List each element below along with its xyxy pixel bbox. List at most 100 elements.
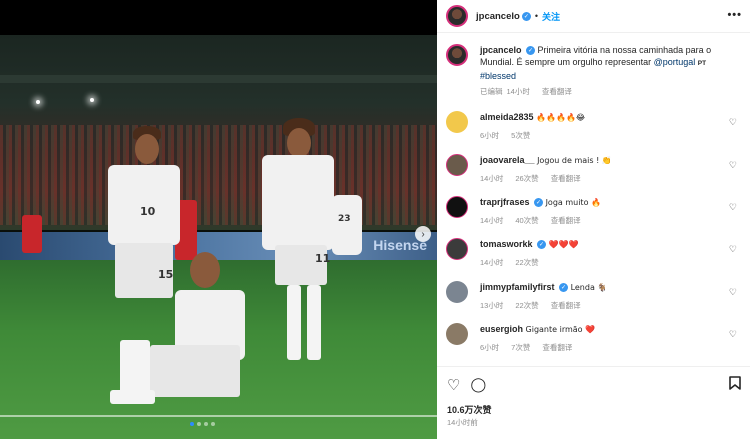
player-shorts <box>275 245 327 285</box>
comment-time: 14小时 <box>480 258 504 267</box>
author-avatar[interactable] <box>446 5 468 27</box>
comment-translate-link[interactable]: 查看翻译 <box>551 215 581 227</box>
caption-mention-suffix: PT <box>697 60 707 67</box>
caption-translate-link[interactable]: 查看翻译 <box>542 86 572 98</box>
comment-text: Joga muito 🔥 <box>545 198 601 207</box>
like-heart-icon[interactable]: ♡ <box>447 376 460 394</box>
likes-count[interactable]: 10.6万次赞 <box>447 403 492 416</box>
comment-avatar[interactable] <box>446 238 468 260</box>
post-actions-bar: ♡ ◯ 10.6万次赞 14小时前 <box>437 366 750 439</box>
follow-button[interactable]: 关注 <box>542 10 560 23</box>
verified-badge-icon: ✓ <box>534 198 544 208</box>
player-jersey <box>262 155 334 250</box>
comment-like-heart-icon[interactable]: ♡ <box>729 244 737 255</box>
advertising-board <box>0 232 437 260</box>
carousel-dot-active <box>190 422 194 426</box>
player-leg <box>307 285 321 360</box>
comment-avatar[interactable] <box>446 111 468 133</box>
stadium-crowd <box>0 125 437 225</box>
jersey-number: 10 <box>140 205 156 218</box>
comment-likes[interactable]: 7次赞 <box>511 342 530 354</box>
comment-avatar[interactable] <box>446 323 468 345</box>
player-leg <box>287 285 301 360</box>
post-header: jpcancelo ✓ • 关注 ••• <box>437 0 750 33</box>
caption: jpcancelo ✓ Primeira vitória na nossa ca… <box>446 44 742 98</box>
comment-time: 14小时 <box>480 174 504 183</box>
jersey-number: 23 <box>338 214 351 224</box>
carousel-dot <box>211 422 215 426</box>
author-username[interactable]: jpcancelo <box>476 11 520 22</box>
player-head <box>135 134 159 164</box>
comment-item: traprjfrases ✓ Joga muito 🔥 14小时 40次赞 查看… <box>446 196 742 227</box>
comment-like-heart-icon[interactable]: ♡ <box>729 287 737 298</box>
caption-username[interactable]: jpcancelo <box>480 45 522 55</box>
comment-time: 14小时 <box>480 216 504 225</box>
instagram-post-view: Hisense 23 10 15 11 › jpcancelo ✓ • 关注 •… <box>0 0 750 439</box>
comment-time: 6小时 <box>480 343 500 352</box>
caption-time: 14小时 <box>506 87 530 96</box>
comment-avatar[interactable] <box>446 196 468 218</box>
comment-avatar[interactable] <box>446 154 468 176</box>
comment-time: 13小时 <box>480 301 504 310</box>
comment-like-heart-icon[interactable]: ♡ <box>729 202 737 213</box>
comment-text: ❤️❤️❤️ <box>548 240 579 249</box>
comment-like-heart-icon[interactable]: ♡ <box>729 329 737 340</box>
verified-badge-icon: ✓ <box>537 240 547 250</box>
post-photo[interactable]: Hisense 23 10 15 11 › <box>0 0 437 439</box>
caption-author-avatar[interactable] <box>446 44 468 66</box>
jersey-number: 11 <box>315 252 331 265</box>
floodlight <box>90 98 94 102</box>
comment-bubble-icon[interactable]: ◯ <box>470 376 486 394</box>
separator-dot: • <box>534 11 538 21</box>
comment-username[interactable]: jimmypfamilyfirst <box>480 282 555 292</box>
comment-username[interactable]: almeida2835 <box>480 112 534 122</box>
comment-username[interactable]: joaovarela__ <box>480 155 535 165</box>
stadium-roof <box>0 75 437 83</box>
caption-hashtag-link[interactable]: #blessed <box>480 71 516 81</box>
verified-badge-icon: ✓ <box>521 11 531 21</box>
comment-translate-link[interactable]: 查看翻译 <box>551 173 581 185</box>
post-side-panel: jpcancelo ✓ • 关注 ••• jpcancelo ✓ Primeir… <box>437 0 750 439</box>
carousel-dots <box>190 422 215 426</box>
photo-top-band <box>0 0 437 35</box>
comment-likes[interactable]: 22次赞 <box>515 300 538 312</box>
comments-scroll-area[interactable]: jpcancelo ✓ Primeira vitória na nossa ca… <box>437 34 750 364</box>
teammate-player <box>332 195 362 255</box>
player-head <box>190 252 220 288</box>
verified-badge-icon: ✓ <box>526 46 536 56</box>
player-shorts <box>150 345 240 397</box>
player-boot <box>110 390 155 404</box>
more-options-icon[interactable]: ••• <box>727 9 742 21</box>
comment-item: almeida2835 🔥🔥🔥🔥😂 6小时 5次赞 ♡ <box>446 111 742 142</box>
comment-likes[interactable]: 26次赞 <box>515 173 538 185</box>
comment-avatar[interactable] <box>446 281 468 303</box>
comment-text: Lenda 🐐 <box>570 283 608 292</box>
comment-item: eusergioh Gigante irmão ❤️ 6小时 7次赞 查看翻译 … <box>446 323 742 354</box>
caption-mention-link[interactable]: @portugal <box>654 57 696 67</box>
comment-translate-link[interactable]: 查看翻译 <box>542 342 572 354</box>
comment-likes[interactable]: 5次赞 <box>511 130 530 142</box>
comment-text: 🔥🔥🔥🔥😂 <box>536 113 586 122</box>
comment-time: 6小时 <box>480 131 500 140</box>
comment-username[interactable]: traprjfrases <box>480 197 530 207</box>
comment-item: tomasworkk ✓ ❤️❤️❤️ 14小时 22次赞 ♡ <box>446 238 742 269</box>
comment-text: Gigante irmão ❤️ <box>525 325 596 334</box>
carousel-next-button[interactable]: › <box>415 226 431 242</box>
opponent-player <box>22 215 42 253</box>
carousel-dot <box>204 422 208 426</box>
caption-edited-label: 已编辑 <box>480 87 503 96</box>
jersey-number: 15 <box>158 268 174 281</box>
comment-like-heart-icon[interactable]: ♡ <box>729 160 737 171</box>
carousel-dot <box>197 422 201 426</box>
comment-translate-link[interactable]: 查看翻译 <box>551 300 581 312</box>
player-head <box>287 128 311 158</box>
posted-time: 14小时前 <box>447 418 478 427</box>
bookmark-icon[interactable] <box>729 376 741 393</box>
comment-username[interactable]: eusergioh <box>480 324 523 334</box>
comment-likes[interactable]: 22次赞 <box>515 257 538 269</box>
comment-likes[interactable]: 40次赞 <box>515 215 538 227</box>
pitch-line <box>0 415 437 417</box>
comment-username[interactable]: tomasworkk <box>480 239 533 249</box>
comment-like-heart-icon[interactable]: ♡ <box>729 117 737 128</box>
comment-item: joaovarela__ Jogou de mais ! 👏 14小时 26次赞… <box>446 154 742 185</box>
